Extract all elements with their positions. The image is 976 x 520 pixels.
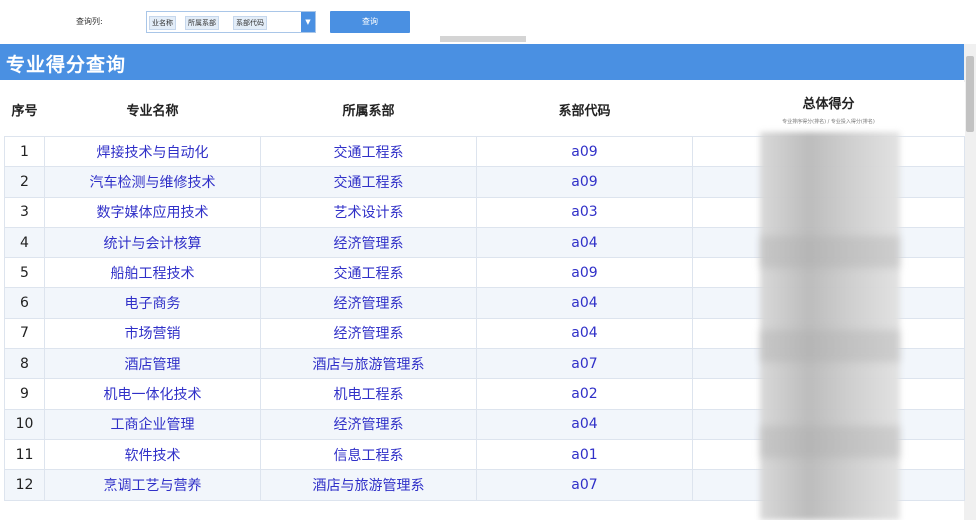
row-index: 2 <box>4 166 45 198</box>
major-name-link[interactable]: 船舶工程技术 <box>44 257 261 289</box>
major-name-link[interactable]: 软件技术 <box>44 438 261 471</box>
department-code-link[interactable]: a02 <box>476 378 693 410</box>
department-code-link[interactable]: a04 <box>476 317 693 350</box>
department-link[interactable]: 酒店与旅游管理系 <box>260 348 477 380</box>
page-title: 专业得分查询 <box>6 54 127 76</box>
major-name-link[interactable]: 汽车检测与维修技术 <box>44 166 261 198</box>
redacted-score-area <box>760 132 900 520</box>
scrollbar-thumb[interactable] <box>966 56 974 132</box>
row-index: 12 <box>4 469 45 501</box>
header-major-name: 专业名称 <box>44 82 261 137</box>
department-code-link[interactable]: a04 <box>476 287 693 319</box>
query-column-select[interactable]: 业名称 所属系部 系部代码 ▼ <box>146 11 316 33</box>
query-button[interactable]: 查询 <box>330 11 410 33</box>
row-index: 1 <box>4 135 45 168</box>
department-code-link[interactable]: a07 <box>476 469 693 501</box>
header-total-score-label: 总体得分 <box>802 97 855 112</box>
table-header-row: 序号 专业名称 所属系部 系部代码 总体得分 专业排序得分(排名) / 专业投入… <box>4 82 965 137</box>
department-link[interactable]: 信息工程系 <box>260 438 477 471</box>
department-code-link[interactable]: a04 <box>476 408 693 440</box>
vertical-scrollbar[interactable] <box>964 44 976 520</box>
department-link[interactable]: 交通工程系 <box>260 257 477 289</box>
toolbar-divider <box>440 36 526 42</box>
major-name-link[interactable]: 机电一体化技术 <box>44 378 261 410</box>
major-name-link[interactable]: 烹调工艺与营养 <box>44 469 261 501</box>
major-name-link[interactable]: 统计与会计核算 <box>44 226 261 259</box>
department-code-link[interactable]: a07 <box>476 348 693 380</box>
header-department: 所属系部 <box>260 82 477 137</box>
department-link[interactable]: 经济管理系 <box>260 287 477 319</box>
selected-tag-department-code[interactable]: 系部代码 <box>233 16 267 30</box>
major-name-link[interactable]: 市场营销 <box>44 317 261 350</box>
page-title-bar: 专业得分查询 <box>0 44 964 80</box>
row-index: 7 <box>4 317 45 350</box>
row-index: 11 <box>4 438 45 471</box>
department-code-link[interactable]: a09 <box>476 135 693 168</box>
selected-tag-major-name[interactable]: 业名称 <box>149 16 176 30</box>
department-code-link[interactable]: a04 <box>476 226 693 259</box>
query-toolbar: 查询列: 业名称 所属系部 系部代码 ▼ 查询 <box>0 0 976 42</box>
department-code-link[interactable]: a09 <box>476 166 693 198</box>
department-link[interactable]: 经济管理系 <box>260 226 477 259</box>
department-code-link[interactable]: a09 <box>476 257 693 289</box>
row-index: 10 <box>4 408 45 440</box>
department-code-link[interactable]: a03 <box>476 196 693 228</box>
selected-tag-department[interactable]: 所属系部 <box>185 16 219 30</box>
department-link[interactable]: 酒店与旅游管理系 <box>260 469 477 501</box>
department-link[interactable]: 机电工程系 <box>260 378 477 410</box>
department-link[interactable]: 交通工程系 <box>260 135 477 168</box>
department-link[interactable]: 交通工程系 <box>260 166 477 198</box>
row-index: 8 <box>4 348 45 380</box>
major-name-link[interactable]: 工商企业管理 <box>44 408 261 440</box>
major-name-link[interactable]: 焊接技术与自动化 <box>44 135 261 168</box>
redacted-score-strip <box>760 330 900 362</box>
row-index: 9 <box>4 378 45 410</box>
department-link[interactable]: 艺术设计系 <box>260 196 477 228</box>
query-column-label: 查询列: <box>76 17 103 26</box>
major-name-link[interactable]: 数字媒体应用技术 <box>44 196 261 228</box>
chevron-down-icon[interactable]: ▼ <box>301 12 315 32</box>
row-index: 4 <box>4 226 45 259</box>
row-index: 3 <box>4 196 45 228</box>
redacted-score-strip <box>760 236 900 268</box>
major-name-link[interactable]: 酒店管理 <box>44 348 261 380</box>
redacted-score-strip <box>760 426 900 458</box>
department-link[interactable]: 经济管理系 <box>260 317 477 350</box>
header-department-code: 系部代码 <box>476 82 693 137</box>
department-link[interactable]: 经济管理系 <box>260 408 477 440</box>
row-index: 5 <box>4 257 45 289</box>
major-name-link[interactable]: 电子商务 <box>44 287 261 319</box>
row-index: 6 <box>4 287 45 319</box>
header-score-subtitle: 专业排序得分(排名) / 专业投入得分(排名) <box>782 119 875 125</box>
header-index: 序号 <box>4 82 45 137</box>
department-code-link[interactable]: a01 <box>476 438 693 471</box>
header-total-score: 总体得分 专业排序得分(排名) / 专业投入得分(排名) <box>692 82 965 137</box>
